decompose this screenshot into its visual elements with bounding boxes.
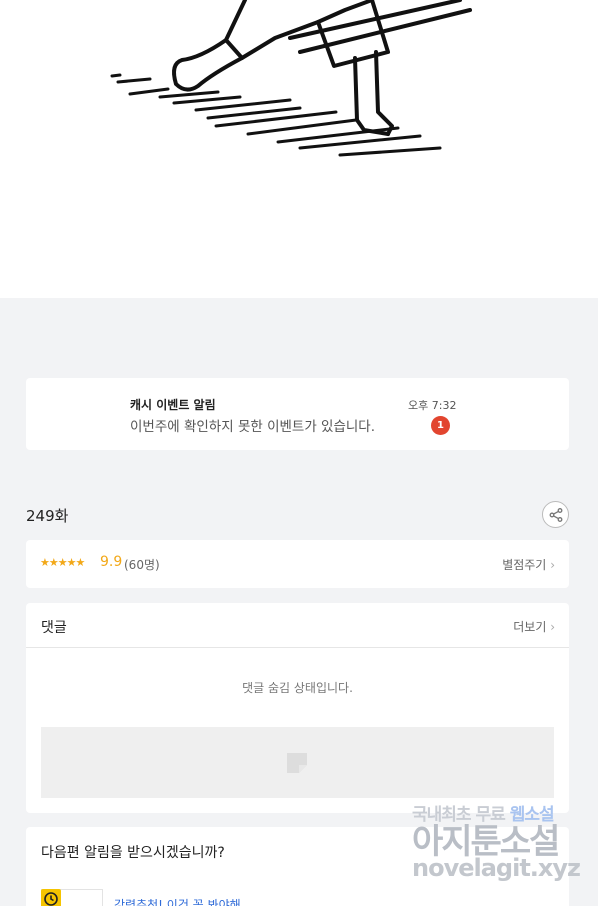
image-placeholder-icon bbox=[287, 753, 307, 773]
watermark-line3: novelagit.xyz bbox=[412, 854, 581, 882]
ad-placeholder[interactable] bbox=[41, 727, 554, 798]
comic-panel bbox=[0, 0, 598, 298]
rating-count: (60명) bbox=[124, 558, 160, 572]
comments-more-label: 더보기 bbox=[513, 620, 547, 634]
comments-section: 댓글 더보기 › 댓글 숨김 상태입니다. bbox=[26, 603, 569, 813]
rate-button-label: 별점주기 bbox=[502, 558, 547, 572]
comments-header: 댓글 더보기 › bbox=[26, 603, 569, 648]
site-watermark: 국내최초 무료 웹소설 아지툰소설 novelagit.xyz bbox=[412, 800, 581, 890]
chevron-right-icon: › bbox=[550, 620, 555, 634]
star-rating-icons: ★★★★★ bbox=[40, 556, 85, 569]
cash-event-notice[interactable]: 캐시 이벤트 알림 이번주에 확인하지 못한 이벤트가 있습니다. 오후 7:3… bbox=[26, 378, 569, 450]
notice-time: 오후 7:32 bbox=[408, 399, 457, 412]
comments-more-button[interactable]: 더보기 › bbox=[513, 618, 555, 635]
share-button[interactable] bbox=[542, 501, 569, 528]
comments-label: 댓글 bbox=[41, 620, 67, 636]
chevron-right-icon: › bbox=[550, 558, 555, 572]
clock-icon bbox=[41, 889, 61, 906]
notice-title: 캐시 이벤트 알림 bbox=[130, 398, 216, 412]
next-episode-question: 다음편 알림을 받으시겠습니까? bbox=[41, 845, 225, 861]
rating-score: 9.9 bbox=[100, 554, 123, 570]
episode-title: 249화 bbox=[26, 507, 69, 525]
notice-message: 이번주에 확인하지 못한 이벤트가 있습니다. bbox=[130, 419, 376, 435]
share-icon bbox=[549, 508, 563, 522]
recommend-link[interactable]: 강력추천! 이건 꼭 봐야해 bbox=[114, 896, 241, 906]
notice-unread-badge: 1 bbox=[431, 416, 450, 435]
rating-bar: ★★★★★ 9.9 (60명) 별점주기 › bbox=[26, 540, 569, 588]
rate-button[interactable]: 별점주기 › bbox=[502, 556, 555, 573]
comic-illustration bbox=[110, 0, 472, 157]
comments-hidden-message: 댓글 숨김 상태입니다. bbox=[242, 681, 353, 695]
